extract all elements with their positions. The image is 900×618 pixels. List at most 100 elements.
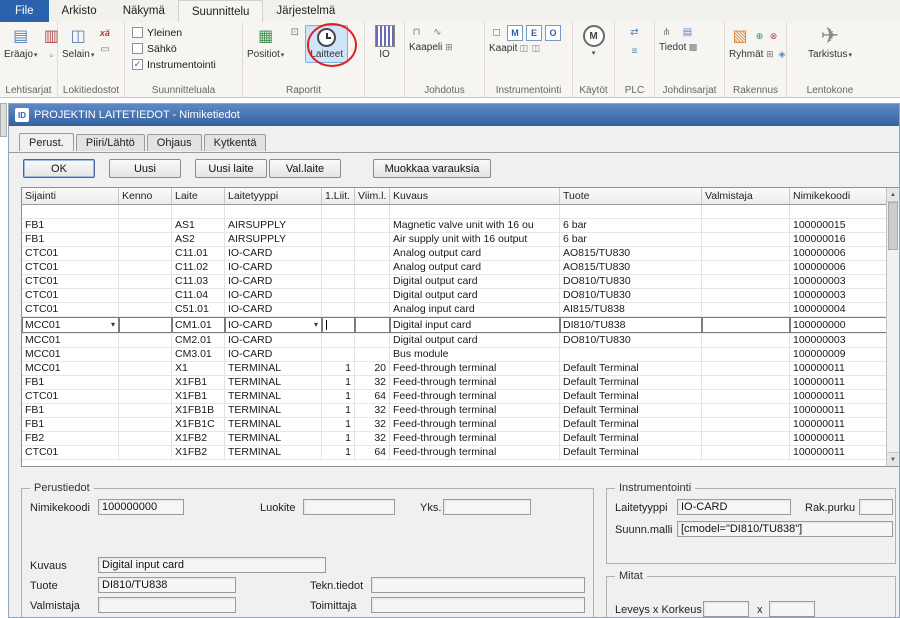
- suunn-malli-field[interactable]: [cmodel="DI810/TU838"]: [677, 521, 893, 537]
- nimikekoodi-field[interactable]: 100000000: [98, 499, 184, 515]
- building-box-icon[interactable]: ▧: [729, 25, 751, 47]
- column-header-kuvaus[interactable]: Kuvaus: [390, 188, 560, 205]
- cell-tuote[interactable]: DI810/TU838: [560, 317, 702, 333]
- uusi-laite-button[interactable]: Uusi laite: [195, 159, 267, 178]
- table-row[interactable]: CTC01C11.02IO-CARDAnalog output cardAO81…: [22, 261, 886, 275]
- scroll-up-icon[interactable]: ▲: [887, 188, 899, 202]
- instrumentointi-checkbox-box[interactable]: [132, 59, 143, 70]
- plc-link-icon[interactable]: ≡: [627, 44, 642, 59]
- toimittaja-field[interactable]: [371, 597, 585, 613]
- cell-kuvaus[interactable]: Digital input card: [390, 317, 560, 333]
- rename-log-icon[interactable]: xä: [97, 25, 112, 40]
- column-header-kenno[interactable]: Kenno: [119, 188, 172, 205]
- kaapit-button[interactable]: Kaapit ◫ ◫: [489, 43, 541, 54]
- cell-valmistaja[interactable]: [702, 317, 790, 333]
- checkbox-yleinen[interactable]: Yleinen: [132, 25, 182, 40]
- cell-liit[interactable]: [322, 317, 355, 333]
- table-row[interactable]: FB1X1FB1BTERMINAL132Feed-through termina…: [22, 404, 886, 418]
- table-row[interactable]: CTC01X1FB1TERMINAL164Feed-through termin…: [22, 390, 886, 404]
- sahko-checkbox-box[interactable]: [132, 43, 143, 54]
- column-header-liit[interactable]: 1.Liit.: [322, 188, 355, 205]
- scroll-down-icon[interactable]: ▼: [887, 452, 899, 466]
- table-row[interactable]: CTC01X1FB2TERMINAL164Feed-through termin…: [22, 446, 886, 460]
- leveys-field[interactable]: [703, 601, 749, 617]
- table-row[interactable]: FB1X1FB1TERMINAL132Feed-through terminal…: [22, 376, 886, 390]
- checkbox-sahko[interactable]: Sähkö: [132, 41, 177, 56]
- yleinen-checkbox-box[interactable]: [132, 27, 143, 38]
- luokite-field[interactable]: [303, 499, 395, 515]
- rak-purku-field[interactable]: [859, 499, 893, 515]
- table-row[interactable]: MCC01CM3.01IO-CARDBus module100000009: [22, 348, 886, 362]
- column-header-tuote[interactable]: Tuote: [560, 188, 702, 205]
- table-row[interactable]: [22, 205, 886, 219]
- table-row-editing[interactable]: MCC01▾ CM1.01IO-CARD▾ Digital input cardDI…: [22, 317, 886, 334]
- cell-laitetyyppi[interactable]: IO-CARD▾: [225, 317, 322, 333]
- selain-button[interactable]: ◫ Selain▾: [62, 25, 94, 60]
- tab-perust[interactable]: Perust.: [19, 133, 74, 151]
- laitteet-button[interactable]: Laitteet: [305, 25, 348, 63]
- menu-tab-arkisto[interactable]: Arkisto: [49, 0, 110, 22]
- muokkaa-varauksia-button[interactable]: Muokkaa varauksia: [373, 159, 491, 178]
- menu-tab-nakyma[interactable]: Näkymä: [110, 0, 178, 22]
- plc-import-icon[interactable]: ⇄: [627, 25, 642, 40]
- kaytot-button[interactable]: M ▾: [583, 25, 605, 57]
- checkbox-instrumentointi[interactable]: Instrumentointi: [132, 57, 216, 72]
- table-row[interactable]: CTC01C11.04IO-CARDDigital output cardDO8…: [22, 289, 886, 303]
- tab-piiri-lahto[interactable]: Piiri/Lähtö: [76, 134, 145, 151]
- tab-kytkenta[interactable]: Kytkentä: [204, 134, 267, 151]
- column-header-laitetyyppi[interactable]: Laitetyyppi: [225, 188, 322, 205]
- tekn-tiedot-field[interactable]: [371, 577, 585, 593]
- yks-field[interactable]: [443, 499, 531, 515]
- laitetyyppi-field[interactable]: IO-CARD: [677, 499, 791, 515]
- cell-sijainti[interactable]: MCC01▾: [22, 317, 119, 333]
- menu-tab-suunnittelu[interactable]: Suunnittelu: [178, 0, 264, 22]
- tab-ohjaus[interactable]: Ohjaus: [147, 134, 202, 151]
- menu-tab-jarjestelma[interactable]: Järjestelmä: [263, 0, 348, 22]
- ok-button[interactable]: OK: [23, 159, 95, 178]
- chevron-down-icon[interactable]: ▾: [314, 318, 318, 332]
- io-button[interactable]: IO: [375, 25, 395, 60]
- instrument-e-icon[interactable]: E: [526, 25, 542, 41]
- column-header-laite[interactable]: Laite: [172, 188, 225, 205]
- table-row[interactable]: CTC01C11.01IO-CARDAnalog output cardAO81…: [22, 247, 886, 261]
- korkeus-field[interactable]: [769, 601, 815, 617]
- column-header-viml[interactable]: Viim.l.: [355, 188, 390, 205]
- cell-viml[interactable]: [355, 317, 390, 333]
- frame-icon[interactable]: ◻: [489, 25, 504, 40]
- harness-branch-icon[interactable]: ⋔: [659, 25, 674, 40]
- report-settings-icon[interactable]: ⊡: [287, 25, 302, 40]
- column-header-nimikekoodi[interactable]: Nimikekoodi: [790, 188, 886, 205]
- uusi-button[interactable]: Uusi: [109, 159, 181, 178]
- column-header-sijainti[interactable]: Sijainti: [22, 188, 119, 205]
- docked-panel-handle[interactable]: [0, 103, 7, 137]
- positiot-button[interactable]: ▦ Positiot▾: [247, 25, 284, 60]
- ryhmat-button[interactable]: Ryhmät ⊞ ◈: [729, 49, 787, 60]
- chevron-down-icon[interactable]: ▾: [111, 318, 115, 332]
- table-row[interactable]: CTC01C11.03IO-CARDDigital output cardDO8…: [22, 275, 886, 289]
- log-file-icon[interactable]: ▭: [97, 42, 112, 57]
- instrument-m-icon[interactable]: M: [507, 25, 523, 41]
- kaapeli-button[interactable]: Kaapeli ⊞: [409, 42, 454, 53]
- menu-tab-file[interactable]: File: [0, 0, 49, 22]
- sheet-small-icon[interactable]: ▫: [44, 49, 59, 64]
- tiedot-button[interactable]: Tiedot ▩: [659, 42, 698, 53]
- table-row[interactable]: CTC01C51.01IO-CARDAnalog input cardAI815…: [22, 303, 886, 317]
- val-laite-button[interactable]: Val.laite: [269, 159, 341, 178]
- remove-icon[interactable]: ⊗: [768, 31, 779, 42]
- table-row[interactable]: FB1AS2AIRSUPPLYAir supply unit with 16 o…: [22, 233, 886, 247]
- cell-laite[interactable]: CM1.01: [172, 317, 225, 333]
- add-icon[interactable]: ⊕: [754, 31, 765, 42]
- vertical-scrollbar[interactable]: ▲ ▼: [886, 188, 899, 466]
- table-row[interactable]: FB2X1FB2TERMINAL132Feed-through terminal…: [22, 432, 886, 446]
- window-titlebar[interactable]: ID PROJEKTIN LAITETIEDOT - Nimiketiedot: [9, 104, 899, 126]
- table-row[interactable]: MCC01X1TERMINAL120Feed-through terminalD…: [22, 362, 886, 376]
- scrollbar-thumb[interactable]: [888, 202, 898, 250]
- cell-kenno[interactable]: [119, 317, 172, 333]
- harness-doc-icon[interactable]: ▤: [680, 25, 695, 40]
- tarkistus-button[interactable]: ✈ Tarkistus▾: [808, 25, 852, 60]
- table-row[interactable]: FB1AS1AIRSUPPLYMagnetic valve unit with …: [22, 219, 886, 233]
- table-row[interactable]: FB1X1FB1CTERMINAL132Feed-through termina…: [22, 418, 886, 432]
- column-header-valmistaja[interactable]: Valmistaja: [702, 188, 790, 205]
- kuvaus-field[interactable]: Digital input card: [98, 557, 326, 573]
- instrument-o-icon[interactable]: O: [545, 25, 561, 41]
